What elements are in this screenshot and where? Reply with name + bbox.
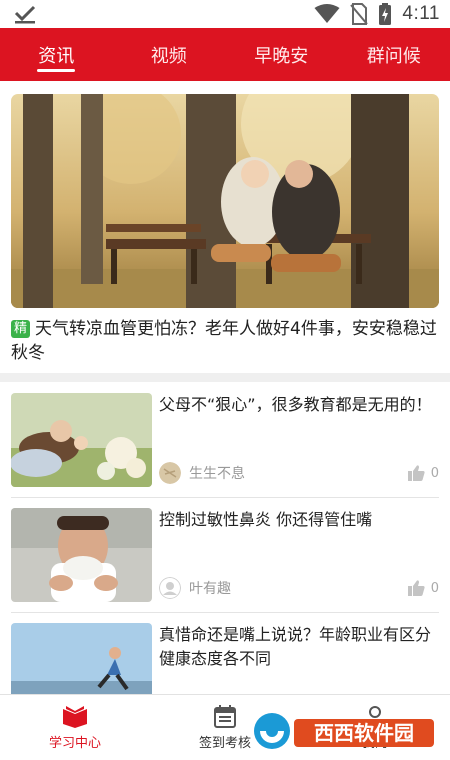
author-avatar[interactable] [159,577,181,599]
status-bar: 4:11 [0,0,450,28]
featured-badge: 精 [11,320,31,338]
author-avatar[interactable] [159,462,181,484]
article-thumbnail[interactable] [11,508,152,602]
like-button[interactable]: 0 [407,465,439,481]
tab-morning-evening[interactable]: 早晚安 [225,28,338,81]
author-name[interactable]: 生生不息 [189,463,408,483]
thumbs-up-icon [407,465,425,481]
article-title: 真惜命还是嘴上说说？年龄职业有区分 健康态度各不同 [159,625,432,668]
book-icon [63,706,87,728]
calendar-icon [214,705,236,728]
nav-study-center[interactable]: 学习中心 [0,695,150,760]
tab-news[interactable]: 资讯 [0,28,113,81]
top-tab-bar: 资讯 视频 早晚安 群问候 [0,28,450,81]
tab-group-greetings[interactable]: 群问候 [338,28,450,81]
author-name[interactable]: 叶有趣 [189,578,408,598]
status-time: 4:11 [402,3,440,24]
tab-video[interactable]: 视频 [113,28,226,81]
article-meta: 叶有趣 0 [159,576,439,600]
like-count: 0 [430,580,439,596]
thumbs-up-icon [407,580,425,596]
featured-title: 天气转凉血管更怕冻？老年人做好4件事，安安稳稳过秋冬 [11,319,437,363]
article-title: 控制过敏性鼻炎 你还得管住嘴 [159,510,373,529]
svg-text:西西软件园: 西西软件园 [314,721,414,745]
list-separator [11,612,439,613]
section-divider [0,373,450,382]
article-item[interactable]: 父母不“狠心”，很多教育都是无用的！ 生生不息 0 [11,393,439,487]
like-count: 0 [430,465,439,481]
no-sim-icon [350,3,369,25]
like-button[interactable]: 0 [407,580,439,596]
article-thumbnail[interactable] [11,393,152,487]
featured-article[interactable]: 精天气转凉血管更怕冻？老年人做好4件事，安安稳稳过秋冬 [0,81,450,371]
featured-image[interactable] [11,94,439,308]
article-title: 父母不“狠心”，很多教育都是无用的！ [159,395,432,414]
wifi-icon [314,4,340,23]
article-item[interactable]: 控制过敏性鼻炎 你还得管住嘴 叶有趣 0 [11,508,439,602]
watermark-logo: 西西软件园 [254,713,434,749]
featured-title-block[interactable]: 精天气转凉血管更怕冻？老年人做好4件事，安安稳稳过秋冬 [11,317,439,365]
nav-study-center-label: 学习中心 [48,736,101,751]
article-meta: 生生不息 0 [159,461,439,485]
nav-checkin-label: 签到考核 [198,736,251,751]
battery-charging-icon [379,3,392,25]
list-separator [11,497,439,498]
check-icon [14,5,36,24]
